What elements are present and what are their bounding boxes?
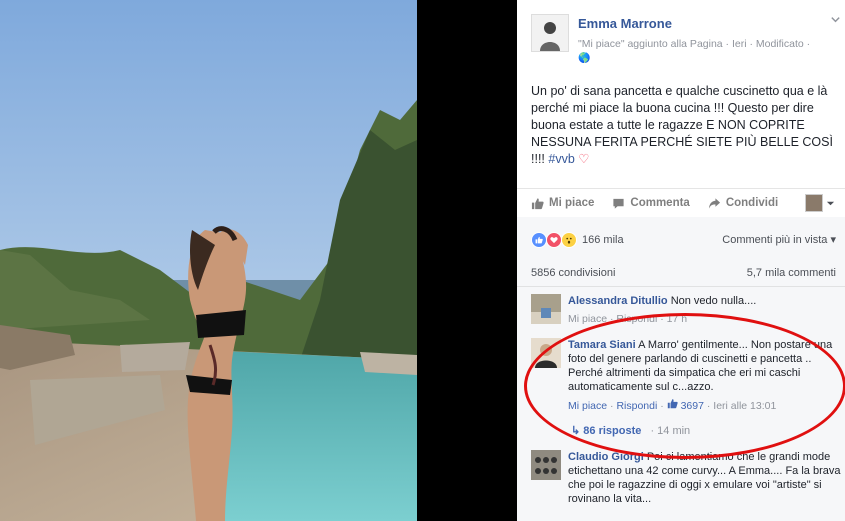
like-reaction-icon xyxy=(531,232,547,248)
avatar-image xyxy=(531,294,561,324)
commenter-name[interactable]: Tamara Siani xyxy=(568,339,636,351)
avatar-image xyxy=(532,15,568,51)
like-label: Mi piace xyxy=(549,197,595,209)
photo-image xyxy=(0,0,417,521)
reply-arrow-icon: ↳ xyxy=(571,425,581,437)
heart-emoji: ♡ xyxy=(578,152,590,166)
page-avatar[interactable] xyxy=(531,14,569,52)
chevron-down-icon[interactable] xyxy=(830,14,841,28)
thumbs-up-icon xyxy=(531,197,544,209)
post-actions: Mi piace Commenta Condividi xyxy=(517,188,845,218)
divider xyxy=(517,286,845,287)
caret-down-icon xyxy=(826,201,835,205)
comment-links[interactable]: Mi piace · Rispondi · 17 h xyxy=(568,312,843,326)
comment-label: Commenta xyxy=(630,197,690,209)
hashtag-link[interactable]: #vvb xyxy=(548,152,574,166)
comment-like-link[interactable]: Mi piace xyxy=(568,400,607,412)
commenter-name[interactable]: Claudio Giorgi xyxy=(568,451,644,463)
profile-thumb xyxy=(805,194,823,212)
post-meta: "Mi piace" aggiunto alla Pagina · Ieri ·… xyxy=(578,38,811,50)
comment-button[interactable]: Commenta xyxy=(612,197,690,210)
wow-reaction-icon xyxy=(561,232,577,248)
comment-links: Mi piace · Rispondi · 3697 · Ieri alle 1… xyxy=(568,399,777,412)
post-photo[interactable] xyxy=(0,0,417,521)
comment-text: Non vedo nulla.... xyxy=(667,295,757,307)
comments-sort-dropdown[interactable]: Commenti più in vista ▾ xyxy=(722,233,836,246)
share-label: Condividi xyxy=(725,197,779,209)
replies-label: 86 risposte xyxy=(583,425,642,437)
comment-time[interactable]: Ieri alle 13:01 xyxy=(713,400,776,412)
share-as-selector[interactable] xyxy=(805,194,835,212)
post-body: Un po' di sana pancetta e qualche cuscin… xyxy=(531,84,833,166)
comment-like-count[interactable]: 3697 xyxy=(681,400,704,412)
commenter-name[interactable]: Alessandra Ditullio xyxy=(568,295,668,307)
share-icon xyxy=(708,197,720,209)
reactions-summary[interactable]: 166 mila xyxy=(531,232,624,248)
love-reaction-icon xyxy=(546,232,562,248)
post-text: Un po' di sana pancetta e qualche cuscin… xyxy=(531,83,836,168)
reactions-count: 166 mila xyxy=(582,234,624,246)
thumbs-up-icon xyxy=(667,399,678,409)
comment-body: Alessandra Ditullio Non vedo nulla.... M… xyxy=(568,294,843,326)
commenter-avatar[interactable] xyxy=(531,450,561,480)
share-button[interactable]: Condividi xyxy=(708,197,778,210)
comments-count[interactable]: 5,7 mila commenti xyxy=(747,267,836,279)
photo-letterbox xyxy=(417,0,517,521)
like-button[interactable]: Mi piace xyxy=(531,197,594,210)
view-replies-link[interactable]: ↳ 86 risposte · 14 min xyxy=(571,424,690,437)
commenter-avatar[interactable] xyxy=(531,338,561,368)
comment-icon xyxy=(613,198,624,209)
comment-body: Tamara Siani A Marro' gentilmente... Non… xyxy=(568,338,843,413)
avatar-image xyxy=(531,450,561,480)
page-name[interactable]: Emma Marrone xyxy=(578,16,672,31)
post-panel: Emma Marrone "Mi piace" aggiunto alla Pa… xyxy=(517,0,845,521)
commenter-avatar[interactable] xyxy=(531,294,561,324)
comment-reply-link[interactable]: Rispondi xyxy=(616,400,657,412)
post-header: Emma Marrone "Mi piace" aggiunto alla Pa… xyxy=(531,14,841,66)
shares-count[interactable]: 5856 condivisioni xyxy=(531,267,615,279)
avatar-image xyxy=(531,338,561,368)
replies-time: · 14 min xyxy=(650,425,691,437)
globe-icon: 🌎 xyxy=(578,53,591,64)
comment-body: Claudio Giorgi Poi ci lamentiamo che le … xyxy=(568,450,843,506)
